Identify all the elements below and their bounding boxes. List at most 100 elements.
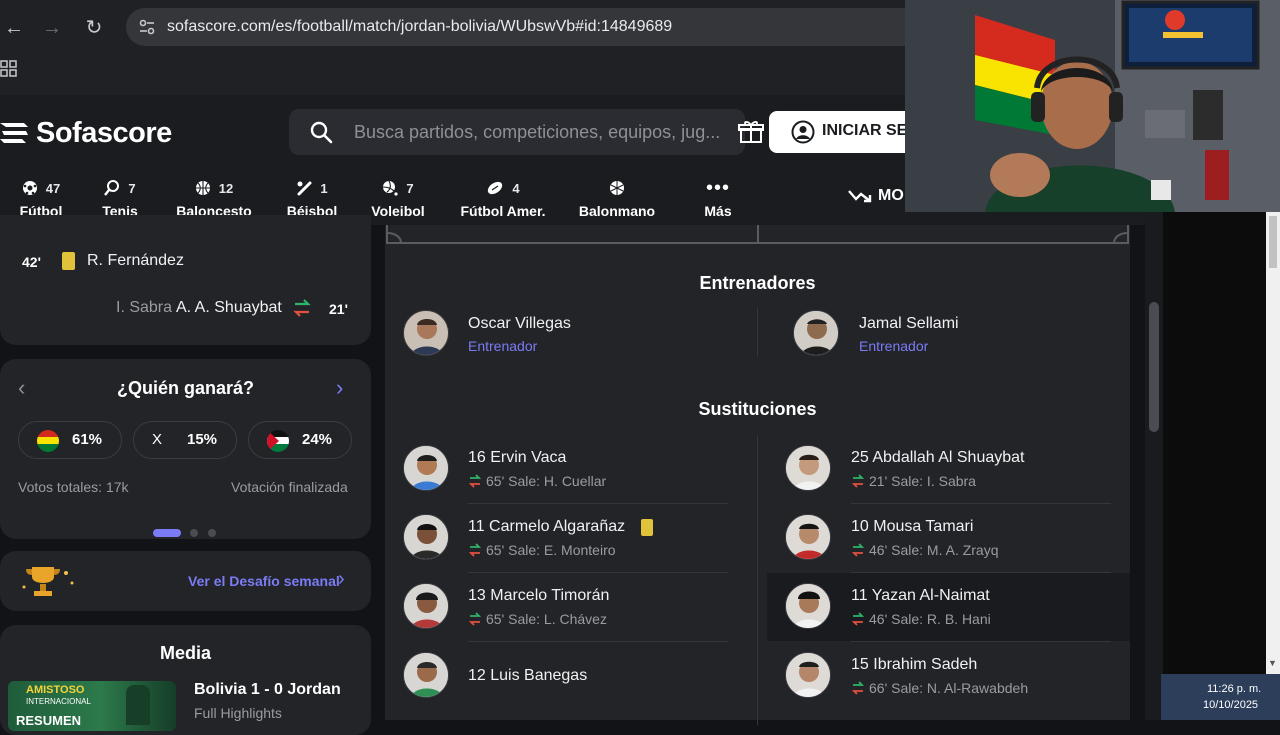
- event-player-in[interactable]: A. A. Shuaybat: [176, 299, 282, 317]
- search-icon: [310, 121, 333, 144]
- sub-text: 66' Sale: N. Al-Rawabdeh: [869, 680, 1029, 696]
- coaches-title: Entrenadores: [699, 273, 816, 293]
- avatar: [785, 514, 831, 560]
- pitch-bottom: [386, 225, 1129, 244]
- prediction-title: ¿Quién ganará?: [116, 378, 255, 398]
- search-input[interactable]: Busca partidos, competiciones, equipos, …: [289, 109, 745, 155]
- substitution-row[interactable]: 13 Marcelo Timorán 65' Sale: L. Chávez: [385, 573, 757, 641]
- trending-button[interactable]: MO: [848, 187, 904, 205]
- webcam-overlay: [905, 0, 1280, 212]
- media-thumbnail[interactable]: AMISTOSO INTERNACIONAL RESUMEN: [8, 681, 176, 731]
- carousel-dot[interactable]: [190, 529, 198, 537]
- webcam-feed: [905, 0, 1280, 212]
- sport-count: 7: [128, 180, 136, 196]
- url-text[interactable]: sofascore.com/es/football/match/jordan-b…: [167, 18, 672, 36]
- player-name: 11 Carmelo Algarañaz: [468, 518, 626, 535]
- window-scrollbar-thumb[interactable]: [1269, 216, 1277, 268]
- yellow-card-icon: [62, 252, 75, 270]
- avatar: [403, 514, 449, 560]
- substitution-row-hover[interactable]: 11 Yazan Al-Naimat 46' Sale: R. B. Hani: [767, 573, 1130, 641]
- coach-photo: [794, 311, 838, 355]
- vote-home-button[interactable]: 61%: [18, 421, 122, 459]
- volleyball-icon: [383, 180, 398, 196]
- substitution-row[interactable]: 11 Carmelo Algarañaz 65' Sale: E. Montei…: [385, 504, 757, 572]
- scroll-down-arrow-icon[interactable]: ▼: [1268, 658, 1277, 668]
- back-arrow-icon[interactable]: ←: [0, 14, 28, 42]
- coach-photo: [404, 311, 448, 355]
- avatar[interactable]: [793, 310, 839, 356]
- media-card: Media AMISTOSO INTERNACIONAL RESUMEN Bol…: [0, 625, 371, 735]
- vote-draw-button[interactable]: X 15%: [133, 421, 237, 459]
- challenge-link[interactable]: Ver el Desafío semanal: [188, 573, 340, 589]
- vote-status: Votación finalizada: [231, 479, 348, 495]
- avatar: [403, 583, 449, 629]
- away-coach-role: Entrenador: [859, 338, 929, 354]
- forward-arrow-icon[interactable]: →: [38, 14, 66, 42]
- player-name: 25 Abdallah Al Shuaybat: [851, 449, 1025, 466]
- sport-count: 1: [320, 180, 328, 196]
- avatar: [403, 445, 449, 491]
- bolivia-flag-icon: [37, 430, 59, 452]
- vote-draw-percent: 15%: [187, 431, 218, 448]
- sport-label: Más: [704, 203, 732, 219]
- weekly-challenge-card[interactable]: Ver el Desafío semanal ›: [0, 551, 371, 611]
- player-name: 12 Luis Banegas: [468, 667, 588, 684]
- sport-count: 4: [512, 180, 520, 196]
- carousel-dot-active[interactable]: [153, 529, 181, 537]
- gift-icon[interactable]: [738, 119, 764, 145]
- clock-time: 11:26 p. m.: [1207, 683, 1262, 695]
- tab-mas[interactable]: ••• Más: [698, 177, 738, 221]
- player-photo: [786, 653, 830, 697]
- substitutions-title: Sustituciones: [698, 399, 817, 419]
- tab-voleibol[interactable]: 7 Voleibol: [368, 177, 428, 221]
- basketball-icon: [195, 181, 210, 195]
- carousel-dot[interactable]: [208, 529, 216, 537]
- player-sub-detail: 65' Sale: H. Cuellar: [468, 473, 606, 489]
- tab-balonmano[interactable]: Balonmano: [578, 177, 656, 221]
- apps-grid-icon[interactable]: [0, 60, 18, 78]
- avatar[interactable]: [403, 310, 449, 356]
- sub-text: 65' Sale: H. Cuellar: [486, 473, 607, 489]
- scrollbar-thumb[interactable]: [1149, 302, 1159, 432]
- search-placeholder: Busca partidos, competiciones, equipos, …: [354, 122, 721, 142]
- sofascore-logo-icon: [0, 123, 28, 143]
- player-photo: [786, 446, 830, 490]
- away-coach-name[interactable]: Jamal Sellami: [859, 315, 959, 333]
- jordan-flag-icon: [267, 430, 289, 452]
- substitution-row[interactable]: 10 Mousa Tamari 46' Sale: M. A. Zrayq: [767, 504, 1130, 572]
- event-player[interactable]: R. Fernández: [87, 252, 184, 270]
- tennis-icon: [104, 180, 120, 196]
- substitution-icon: [851, 612, 865, 626]
- media-item-title[interactable]: Bolivia 1 - 0 Jordan: [194, 681, 341, 699]
- substitution-row[interactable]: 25 Abdallah Al Shuaybat 21' Sale: I. Sab…: [767, 435, 1130, 503]
- sofascore-logo[interactable]: Sofascore: [0, 113, 172, 153]
- chevron-right-icon[interactable]: ›: [338, 568, 345, 591]
- reload-icon[interactable]: ↻: [80, 14, 108, 42]
- avatar: [403, 652, 449, 698]
- american-football-icon: [488, 181, 503, 195]
- vote-draw-prefix: X: [152, 431, 163, 448]
- trend-arrow-icon: [848, 190, 872, 203]
- lineups-panel: Entrenadores Oscar Villegas Entrenador J…: [385, 225, 1130, 725]
- page-scrollbar[interactable]: [1145, 212, 1163, 720]
- sub-text: 65' Sale: E. Monteiro: [486, 542, 616, 558]
- next-arrow-icon[interactable]: ›: [336, 375, 343, 401]
- substitution-row[interactable]: 12 Luis Banegas: [385, 642, 757, 710]
- sport-count: 7: [406, 180, 414, 196]
- vote-away-button[interactable]: 24%: [248, 421, 352, 459]
- event-player-out[interactable]: I. Sabra: [116, 299, 172, 317]
- tab-futbol-americano[interactable]: 4 Fútbol Amer.: [457, 177, 549, 221]
- sport-count: 47: [45, 180, 61, 196]
- home-coach-name[interactable]: Oscar Villegas: [468, 315, 571, 333]
- window-scrollbar[interactable]: ▼: [1266, 212, 1280, 674]
- substitution-icon: [468, 474, 482, 488]
- sub-text: 46' Sale: M. A. Zrayq: [869, 542, 999, 558]
- player-sub-detail: 21' Sale: I. Sabra: [851, 473, 976, 489]
- taskbar-clock[interactable]: 11:26 p. m. 10/10/2025: [1161, 674, 1280, 720]
- substitution-row[interactable]: 15 Ibrahim Sadeh 66' Sale: N. Al-Rawabde…: [767, 642, 1130, 710]
- substitution-icon: [293, 299, 311, 317]
- substitution-icon: [851, 543, 865, 557]
- substitution-row[interactable]: 16 Ervin Vaca 65' Sale: H. Cuellar: [385, 435, 757, 503]
- site-settings-icon[interactable]: [138, 18, 156, 36]
- more-dots-icon: •••: [705, 177, 730, 199]
